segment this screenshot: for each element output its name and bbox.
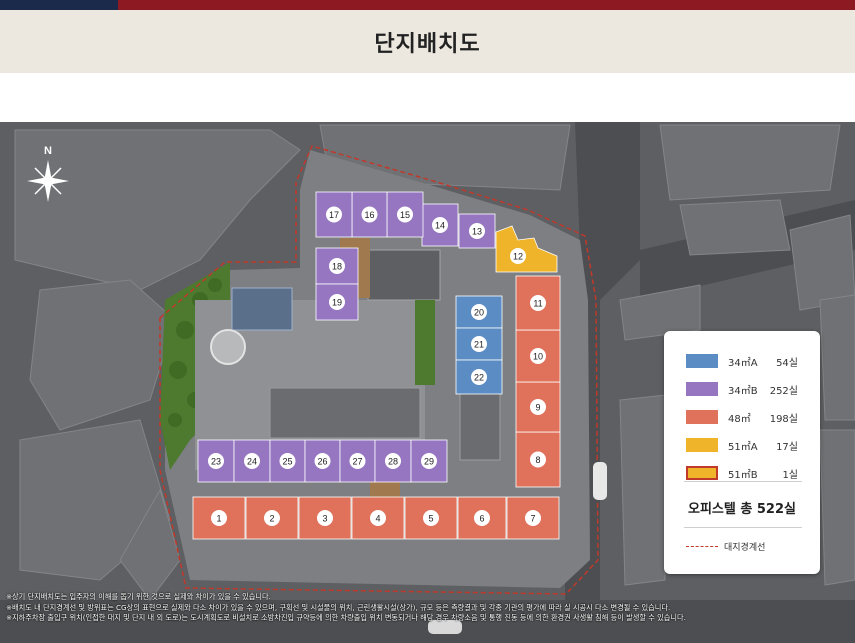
- building-unit-16: 16: [351, 191, 388, 238]
- building-unit-7: 7: [506, 496, 560, 540]
- unit-number-label: 3: [322, 513, 327, 523]
- note-line: ※상기 단지배치도는 입주자의 이해를 돕기 위한 것으로 실제와 차이가 있을…: [6, 592, 271, 601]
- legend-divider-top: [684, 481, 802, 482]
- legend-item: 51㎡B 1실: [686, 465, 804, 481]
- top-bar-red: [118, 0, 855, 10]
- building-unit-23: 23: [197, 439, 235, 483]
- unit-number-label: 25: [282, 456, 292, 466]
- unit-number-label: 10: [533, 351, 543, 361]
- building-unit-3: 3: [298, 496, 352, 540]
- legend-type-count: 17실: [776, 442, 798, 453]
- building-unit-9: 9: [515, 381, 561, 433]
- legend-swatch: [686, 354, 718, 368]
- page-title: 단지배치도: [374, 32, 481, 57]
- building-unit-17: 17: [315, 191, 353, 238]
- unit-number-label: 21: [474, 339, 484, 349]
- legend-type-name: 48㎡: [728, 414, 751, 425]
- unit-number-label: 26: [317, 456, 327, 466]
- legend-swatch: [686, 438, 718, 452]
- note-line: ※지하주차장 출입구 위치(인접한 대지 및 단지 내 외 도로)는 도시계획도…: [6, 613, 686, 622]
- unit-number-label: 2: [269, 513, 274, 523]
- building-unit-26: 26: [304, 439, 341, 483]
- legend-type-count: 198실: [769, 414, 798, 425]
- legend-type-name: 51㎡A: [728, 442, 758, 453]
- building-unit-2: 2: [245, 496, 299, 540]
- legend-type-name: 34㎡A: [728, 358, 758, 369]
- unit-number-label: 19: [332, 297, 342, 307]
- building-unit-20: 20: [455, 295, 503, 329]
- building-unit-29: 29: [410, 439, 448, 483]
- building-unit-25: 25: [269, 439, 306, 483]
- unit-number-label: 14: [435, 220, 445, 230]
- building-unit-13: 13: [458, 213, 496, 249]
- unit-number-label: 16: [364, 210, 374, 220]
- legend-type-name: 34㎡B: [728, 386, 758, 397]
- note-line: ※배치도 내 단지경계선 및 방위표는 CG상의 표현으로 실제와 다소 차이가…: [6, 602, 671, 612]
- building-unit-1: 1: [192, 496, 246, 540]
- legend-swatch: [686, 466, 718, 480]
- legend-item: 34㎡B 252실: [686, 381, 804, 397]
- unit-number-label: 12: [513, 251, 523, 261]
- building-unit-19: 19: [315, 283, 359, 321]
- building-unit-6: 6: [457, 496, 507, 540]
- solar-panels: [231, 287, 293, 331]
- legend-item: 48㎡ 198실: [686, 409, 804, 425]
- compass-north-label: N: [44, 145, 52, 157]
- building-unit-10: 10: [515, 329, 561, 383]
- building-unit-18: 18: [315, 247, 359, 285]
- unit-number-label: 7: [530, 513, 535, 523]
- building-unit-4: 4: [351, 496, 405, 540]
- unit-type-legend: 34㎡A 54실 34㎡B 252실 48㎡ 198실 51㎡A 17실 51㎡B 1실 오피스텔…: [664, 331, 820, 574]
- legend-boundary-swatch: [686, 546, 718, 547]
- unit-number-label: 18: [332, 261, 342, 271]
- unit-number-label: 17: [329, 210, 339, 220]
- parking-deck: [269, 387, 421, 439]
- service-block: [459, 389, 501, 461]
- building-unit-5: 5: [404, 496, 458, 540]
- unit-number-label: 9: [535, 402, 540, 412]
- building-unit-27: 27: [339, 439, 376, 483]
- legend-type-count: 54실: [776, 358, 798, 369]
- unit-number-label: 23: [211, 456, 221, 466]
- unit-number-label: 13: [472, 226, 482, 236]
- disclaimer-notes: ※상기 단지배치도는 입주자의 이해를 돕기 위한 것으로 실제와 차이가 있을…: [6, 592, 846, 624]
- legend-divider-bottom: [684, 527, 802, 528]
- legend-item: 51㎡A 17실: [686, 437, 804, 453]
- unit-number-label: 11: [533, 298, 542, 308]
- building-unit-15: 15: [386, 191, 424, 238]
- deck-wood-south: [370, 482, 400, 498]
- legend-type-count: 252실: [769, 386, 798, 397]
- legend-type-count: 1실: [782, 470, 798, 481]
- unit-number-label: 28: [388, 456, 398, 466]
- legend-item: 34㎡A 54실: [686, 353, 804, 369]
- unit-number-label: 5: [428, 513, 433, 523]
- legend-boundary-label: 대지경계선: [724, 543, 766, 553]
- legend-swatch: [686, 410, 718, 424]
- building-unit-21: 21: [455, 327, 503, 361]
- unit-number-label: 4: [375, 513, 380, 523]
- unit-number-label: 22: [474, 372, 484, 382]
- unit-number-label: 8: [535, 455, 540, 465]
- unit-number-label: 20: [474, 307, 484, 317]
- building-unit-11: 11: [515, 275, 561, 331]
- building-unit-22: 22: [455, 359, 503, 395]
- building-unit-28: 28: [374, 439, 412, 483]
- unit-number-label: 27: [352, 456, 362, 466]
- round-plaza: [210, 329, 246, 365]
- unit-number-label: 6: [479, 513, 484, 523]
- legend-type-name: 51㎡B: [728, 470, 758, 481]
- unit-number-label: 29: [424, 456, 434, 466]
- unit-number-label: 24: [247, 456, 257, 466]
- unit-number-label: 1: [216, 513, 221, 523]
- legend-total: 오피스텔 총 522실: [688, 502, 796, 517]
- top-accent-bar: [0, 0, 855, 10]
- green-strip: [415, 300, 435, 385]
- unit-number-label: 15: [400, 210, 410, 220]
- building-unit-8: 8: [515, 431, 561, 488]
- top-bar-navy: [0, 0, 118, 10]
- building-unit-14: 14: [421, 203, 459, 247]
- rooftop-structure: [367, 249, 441, 301]
- legend-swatch: [686, 382, 718, 396]
- building-unit-24: 24: [233, 439, 271, 483]
